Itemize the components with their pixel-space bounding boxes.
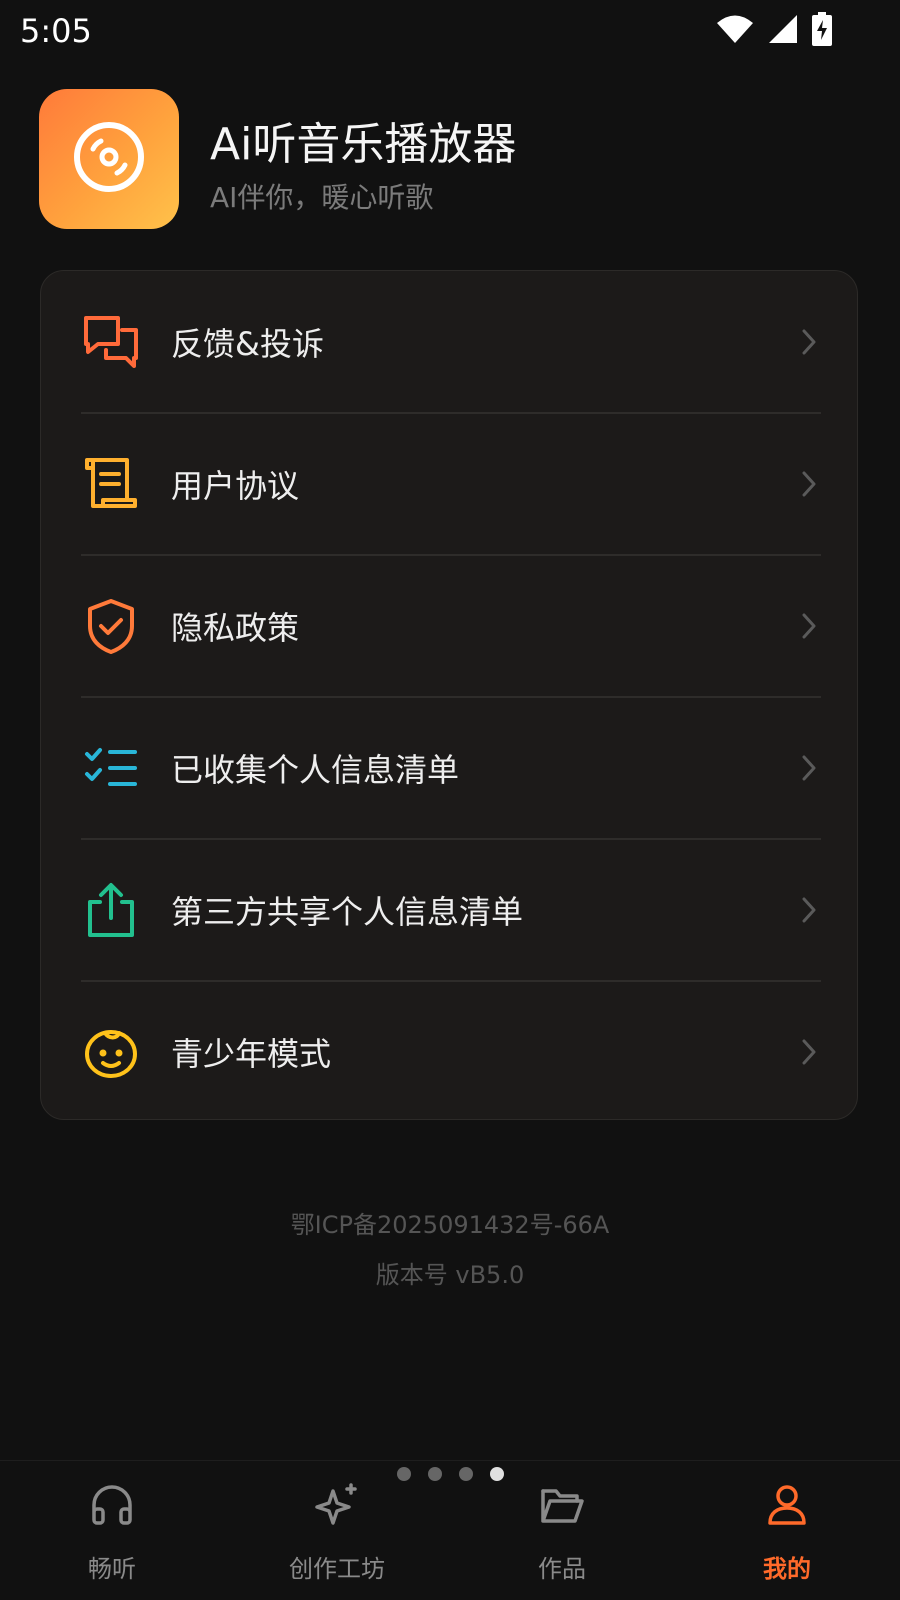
child-face-icon	[81, 1022, 141, 1082]
sparkle-icon	[315, 1483, 359, 1527]
tab-label: 创作工坊	[289, 1555, 385, 1583]
page-dot[interactable]	[428, 1467, 442, 1481]
chat-bubbles-icon	[81, 312, 141, 372]
page-dot[interactable]	[397, 1467, 411, 1481]
menu-item-label: 第三方共享个人信息清单	[171, 893, 524, 931]
page-dot[interactable]	[459, 1467, 473, 1481]
menu-item-label: 用户协议	[171, 467, 300, 505]
shield-check-icon	[81, 596, 141, 656]
tab-label: 畅听	[88, 1555, 136, 1583]
menu-item-feedback[interactable]: 反馈&投诉	[81, 271, 821, 413]
tab-label: 作品	[538, 1555, 586, 1583]
chevron-right-icon	[797, 753, 821, 783]
menu-item-third-party-sharing[interactable]: 第三方共享个人信息清单	[81, 839, 821, 981]
menu-item-user-agreement[interactable]: 用户协议	[81, 413, 821, 555]
menu-item-collected-info[interactable]: 已收集个人信息清单	[81, 697, 821, 839]
tab-listen[interactable]: 畅听	[52, 1461, 172, 1600]
chevron-right-icon	[797, 611, 821, 641]
bottom-nav: 畅听 创作工坊 作品 我的	[0, 1460, 900, 1600]
app-title: Ai听音乐播放器	[210, 119, 517, 170]
page-indicator	[397, 1467, 504, 1481]
icp-license-text[interactable]: 鄂ICP备2025091432号-66A	[0, 1205, 900, 1240]
app-logo	[39, 89, 179, 229]
checklist-icon	[81, 738, 141, 798]
chevron-right-icon	[797, 327, 821, 357]
page-dot-active[interactable]	[490, 1467, 504, 1481]
disc-icon	[71, 119, 147, 199]
tab-label: 我的	[763, 1555, 811, 1583]
menu-item-label: 青少年模式	[171, 1035, 332, 1073]
status-bar: 5:05	[0, 0, 900, 64]
status-icons	[716, 12, 832, 46]
menu-item-label: 反馈&投诉	[171, 325, 324, 363]
tab-works[interactable]: 作品	[502, 1461, 622, 1600]
menu-item-label: 隐私政策	[171, 609, 300, 647]
cell-signal-icon	[768, 14, 798, 44]
share-upload-icon	[81, 880, 141, 940]
user-icon	[765, 1483, 809, 1527]
headphones-icon	[90, 1483, 134, 1527]
menu-item-youth-mode[interactable]: 青少年模式	[81, 981, 821, 1123]
menu-item-label: 已收集个人信息清单	[171, 751, 460, 789]
tab-creation-workshop[interactable]: 创作工坊	[277, 1461, 397, 1600]
chevron-right-icon	[797, 469, 821, 499]
scroll-icon	[81, 454, 141, 514]
chevron-right-icon	[797, 895, 821, 925]
settings-menu-card: 反馈&投诉 用户协议 隐私政策 已收集个人信息清单 第三方共享个人信息清单 青少…	[40, 270, 858, 1120]
chevron-right-icon	[797, 1037, 821, 1067]
app-screen: 5:05 Ai听音乐播放器 AI伴你，暖心听歌 反馈&投诉 用户协议 隐私政策 …	[0, 0, 900, 1600]
folder-icon	[540, 1483, 584, 1527]
app-tagline: AI伴你，暖心听歌	[210, 181, 434, 214]
menu-item-privacy-policy[interactable]: 隐私政策	[81, 555, 821, 697]
status-time: 5:05	[20, 12, 92, 50]
wifi-icon	[716, 14, 754, 44]
tab-mine[interactable]: 我的	[727, 1461, 847, 1600]
battery-charging-icon	[812, 12, 832, 46]
app-version-text: 版本号 vB5.0	[375, 1261, 525, 1289]
